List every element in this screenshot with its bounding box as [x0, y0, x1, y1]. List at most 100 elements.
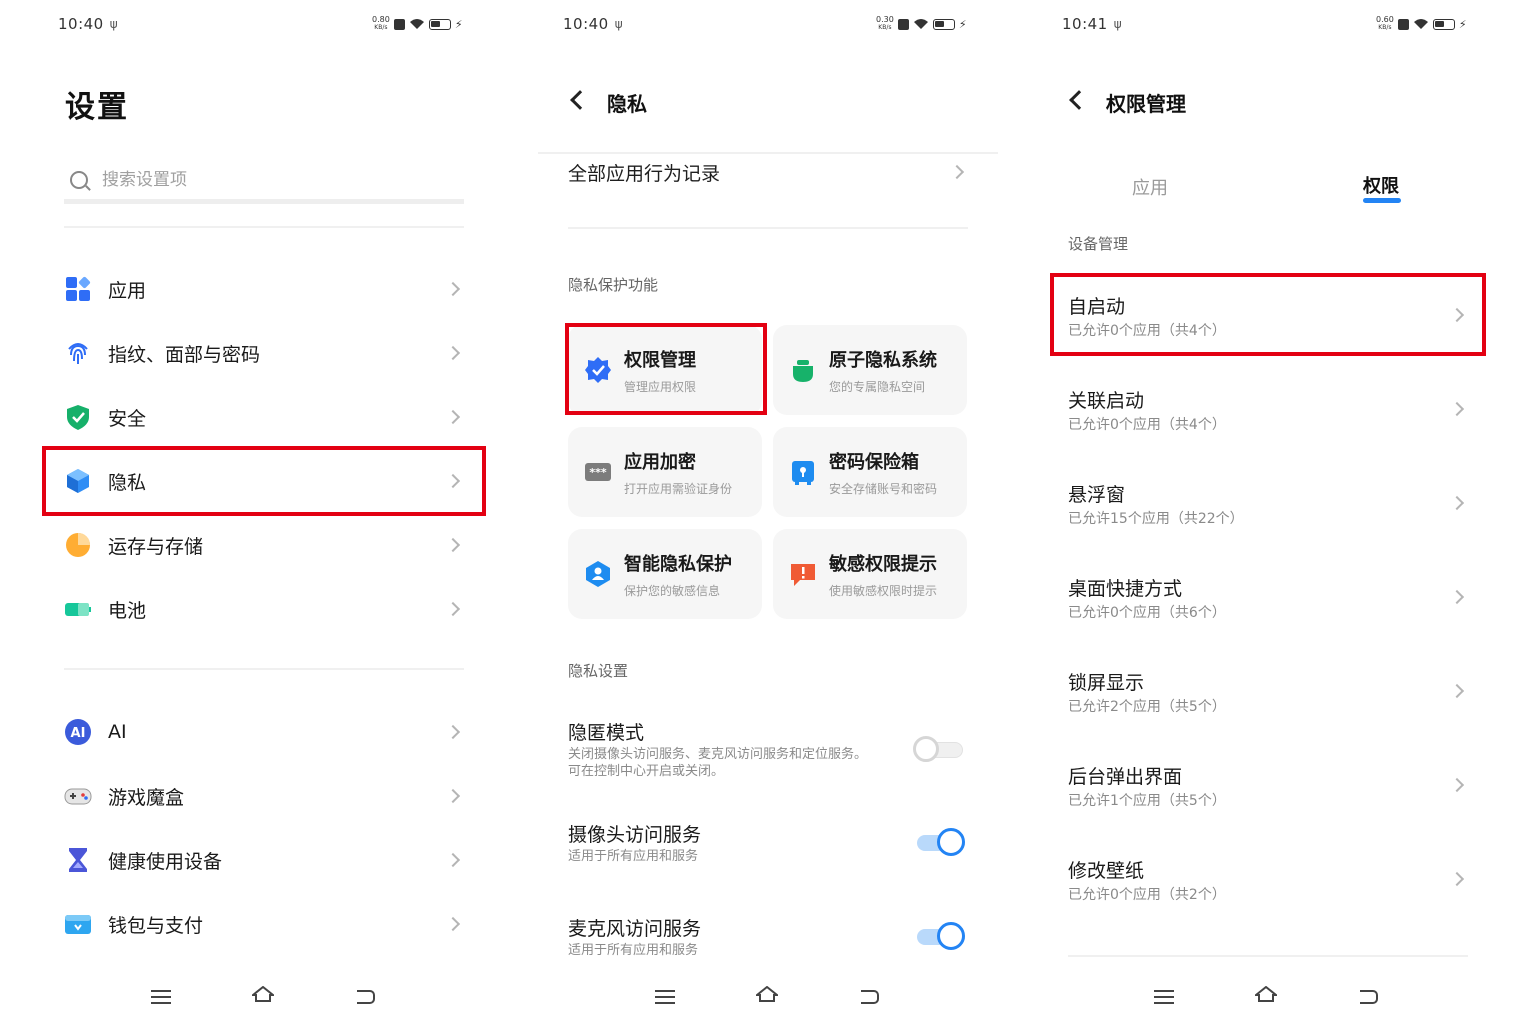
status-bar: 10:40 ψ: [58, 12, 118, 36]
search-input[interactable]: [102, 169, 422, 190]
microphone-access-toggle[interactable]: [915, 922, 967, 950]
svg-text:AI: AI: [71, 726, 86, 741]
tab-permissions[interactable]: 权限: [1363, 172, 1399, 198]
usb-icon: ψ: [1113, 17, 1122, 31]
clock: 10:40: [563, 15, 609, 33]
network-speed: 0.80 KB/s: [372, 15, 390, 32]
home-icon[interactable]: [1255, 986, 1277, 1002]
card-title: 应用加密: [624, 451, 696, 473]
battery-status-icon: [932, 18, 955, 30]
svg-text:***: ***: [589, 466, 607, 479]
permission-subtitle: 已允许1个应用（共5个）: [1068, 793, 1226, 809]
wallet-icon: [64, 910, 92, 938]
divider: [1068, 955, 1468, 957]
back-nav-icon[interactable]: [1360, 990, 1378, 1004]
divider: [64, 226, 464, 228]
usb-icon: ψ: [109, 17, 118, 31]
card-sensitive-alert[interactable]: 敏感权限提示使用敏感权限时提示: [773, 529, 967, 619]
status-icons: 0.60 KB/s ⚡: [1376, 14, 1467, 34]
settings-item-biometrics[interactable]: 指纹、面部与密码: [64, 333, 464, 373]
permission-subtitle: 已允许2个应用（共5个）: [1068, 699, 1226, 715]
settings-item-storage[interactable]: 运存与存储: [64, 525, 464, 565]
permission-title: 桌面快捷方式: [1068, 578, 1183, 600]
network-speed: 0.60 KB/s: [1376, 15, 1394, 32]
tab-apps[interactable]: 应用: [1132, 174, 1168, 200]
card-title: 原子隐私系统: [829, 349, 937, 371]
usb-icon: ψ: [614, 17, 623, 31]
back-nav-icon[interactable]: [861, 990, 879, 1004]
back-nav-icon[interactable]: [357, 990, 375, 1004]
camera-access-toggle[interactable]: [915, 828, 967, 856]
status-bar: 10:40 ψ: [563, 12, 623, 36]
search-bar[interactable]: [64, 160, 464, 204]
pref-title: 麦克风访问服务: [568, 918, 702, 940]
permission-subtitle: 已允许0个应用（共4个）: [1068, 417, 1226, 433]
card-smart-privacy[interactable]: 智能隐私保护 保护您的敏感信息: [568, 529, 762, 619]
incognito-mode-toggle[interactable]: [913, 735, 965, 763]
chevron-right-icon: [445, 537, 461, 553]
navigation-bar: [1020, 984, 1536, 1010]
settings-item-game[interactable]: 游戏魔盒: [64, 776, 464, 816]
pref-description: 适用于所有应用和服务: [568, 943, 699, 958]
battery-status-icon: [1432, 18, 1455, 30]
card-app-lock[interactable]: *** 应用加密 打开应用需验证身份: [568, 427, 762, 517]
chevron-right-icon: [1449, 683, 1465, 699]
chevron-right-icon: [1449, 401, 1465, 417]
chevron-right-icon: [445, 788, 461, 804]
card-title: 敏感权限提示: [829, 553, 937, 575]
home-icon[interactable]: [252, 986, 274, 1002]
chevron-right-icon: [949, 164, 965, 180]
settings-item-apps[interactable]: 应用: [64, 269, 464, 309]
back-arrow-icon[interactable]: [1069, 90, 1089, 110]
apps-icon: [64, 275, 92, 303]
navigation-bar: [520, 984, 1020, 1010]
pref-title: 摄像头访问服务: [568, 824, 702, 846]
permission-title: 锁屏显示: [1068, 672, 1145, 694]
permission-subtitle: 已允许15个应用（共22个）: [1068, 511, 1244, 527]
card-password-vault[interactable]: 密码保险箱 安全存储账号和密码: [773, 427, 967, 517]
permission-title: 修改壁纸: [1068, 860, 1145, 882]
card-subtitle: 使用敏感权限时提示: [829, 583, 938, 598]
card-subtitle: 安全存储账号和密码: [829, 481, 938, 496]
storage-pie-icon: [64, 531, 92, 559]
password-vault-icon: [789, 458, 817, 486]
chevron-right-icon: [445, 601, 461, 617]
charging-icon: ⚡: [454, 17, 463, 31]
settings-item-label: 应用: [108, 279, 147, 302]
card-privacy-system[interactable]: 原子隐私系统 您的专属隐私空间: [773, 325, 967, 415]
back-arrow-icon[interactable]: [570, 90, 590, 110]
status-bar: 10:41 ψ: [1062, 12, 1122, 36]
permission-subtitle: 已允许0个应用（共6个）: [1068, 605, 1226, 621]
settings-item-label: AI: [108, 721, 127, 743]
wifi-icon: [409, 19, 424, 29]
chevron-right-icon: [445, 345, 461, 361]
card-title: 智能隐私保护: [624, 553, 732, 575]
chevron-right-icon: [1449, 495, 1465, 511]
settings-item-battery[interactable]: 电池: [64, 589, 464, 629]
pref-description: 关闭摄像头访问服务、麦克风访问服务和定位服务。可在控制中心开启或关闭。: [568, 747, 868, 779]
settings-item-label: 钱包与支付: [108, 914, 204, 937]
menu-icon[interactable]: [655, 990, 675, 1004]
settings-item-wallet[interactable]: 钱包与支付: [64, 904, 464, 944]
chevron-right-icon: [1449, 871, 1465, 887]
nfc-icon: [897, 18, 909, 30]
wifi-icon: [1413, 19, 1428, 29]
settings-item-ai[interactable]: AI AI: [64, 712, 464, 752]
settings-item-label: 安全: [108, 407, 147, 430]
navigation-bar: [0, 984, 520, 1010]
highlight-box: [42, 446, 486, 516]
settings-item-label: 运存与存储: [108, 535, 204, 558]
settings-item-wellbeing[interactable]: 健康使用设备: [64, 840, 464, 880]
menu-icon[interactable]: [1154, 990, 1174, 1004]
home-icon[interactable]: [756, 986, 778, 1002]
clock: 10:40: [58, 15, 104, 33]
all-apps-record-item[interactable]: 全部应用行为记录: [568, 156, 968, 188]
settings-item-security[interactable]: 安全: [64, 397, 464, 437]
chevron-right-icon: [445, 916, 461, 932]
menu-icon[interactable]: [151, 990, 171, 1004]
fingerprint-icon: [64, 339, 92, 367]
settings-item-label: 健康使用设备: [108, 850, 223, 873]
nfc-icon: [1397, 18, 1409, 30]
ai-icon: AI: [64, 718, 92, 746]
section-title: 隐私保护功能: [568, 276, 659, 294]
